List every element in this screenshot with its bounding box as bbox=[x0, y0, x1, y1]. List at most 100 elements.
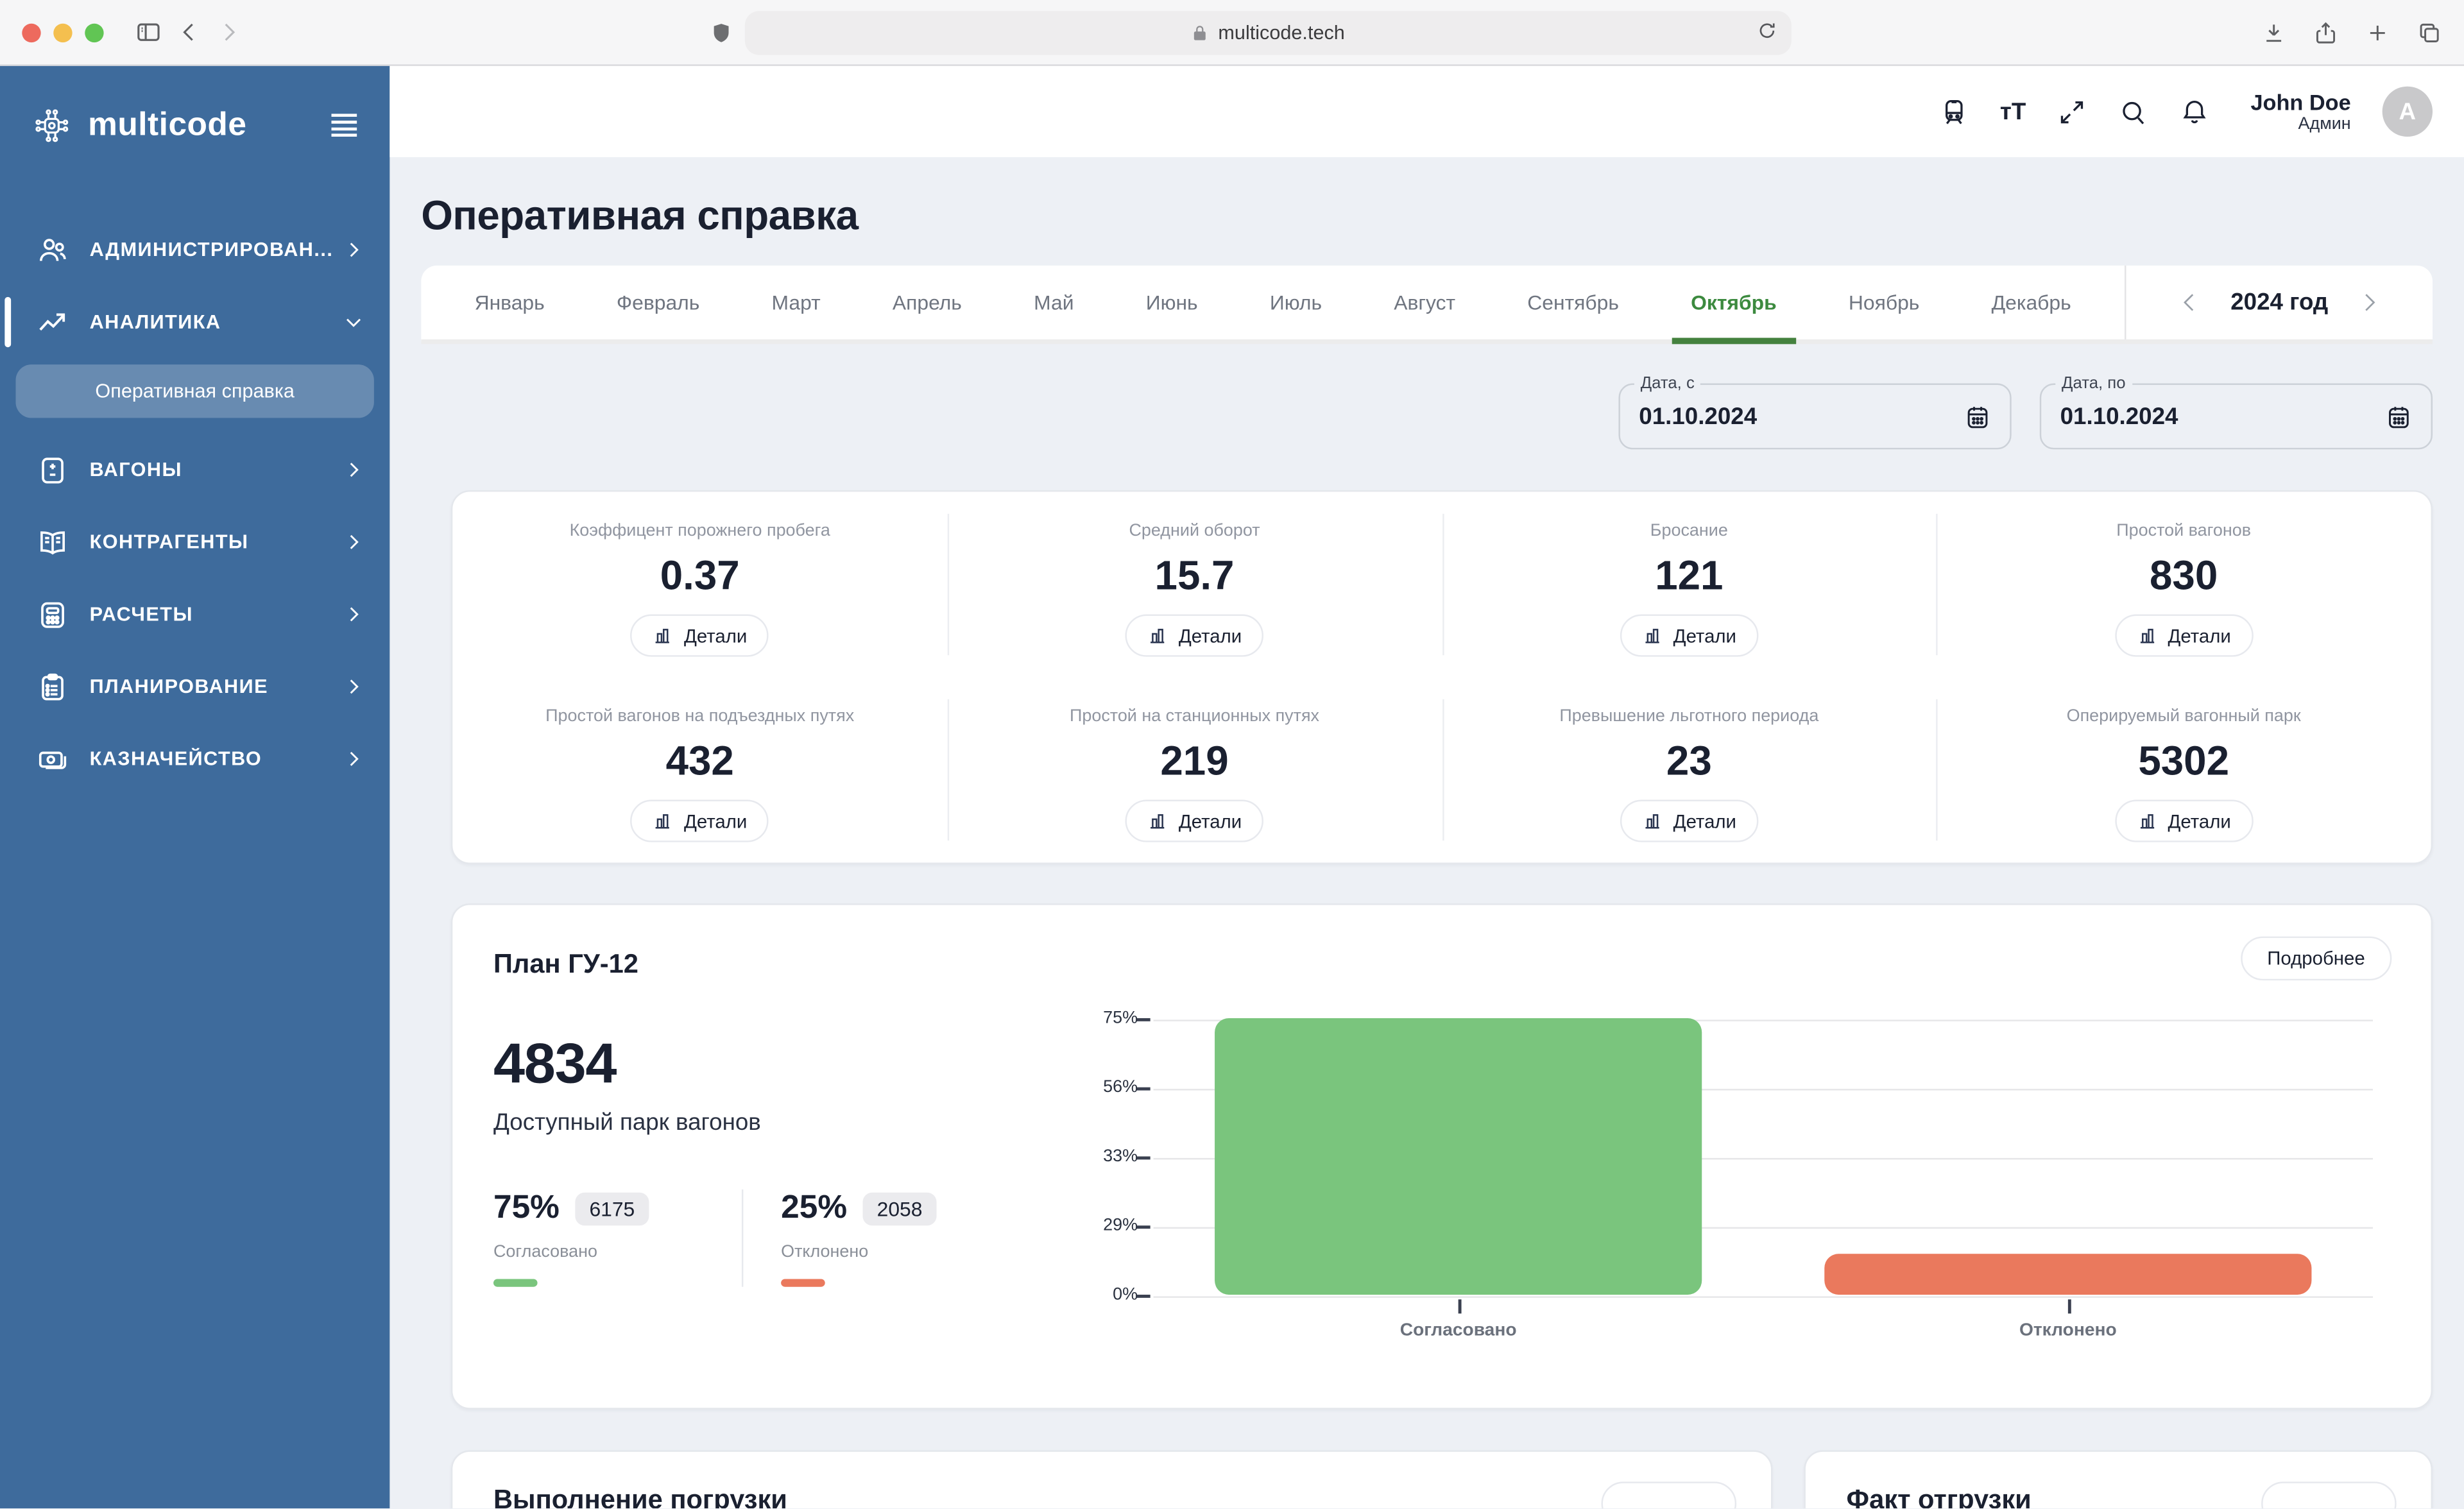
refresh-icon[interactable] bbox=[1757, 20, 1777, 45]
multicode-logo-icon bbox=[31, 105, 73, 146]
kpi-average-turnover: Средний оборот 15.7 Детали bbox=[947, 492, 1442, 678]
bar-chart-icon bbox=[653, 626, 673, 646]
tab-month-december[interactable]: Декабрь bbox=[1982, 266, 2081, 339]
next-year-button[interactable] bbox=[2356, 291, 2380, 314]
bar-chart-icon bbox=[1642, 626, 1663, 646]
kpi-value: 121 bbox=[1655, 552, 1723, 601]
sidebar-item-contractors[interactable]: КОНТРАГЕНТЫ bbox=[0, 506, 389, 579]
kpi-label: Простой вагонов bbox=[2116, 522, 2251, 540]
details-button[interactable]: Детали bbox=[1620, 615, 1758, 657]
screen: multicode.tech bbox=[0, 0, 2464, 1509]
details-button[interactable]: Детали bbox=[631, 800, 769, 842]
bar-chart-icon bbox=[2137, 811, 2157, 831]
x-tick bbox=[2068, 1299, 2071, 1313]
trend-icon bbox=[35, 305, 69, 338]
kpi-idle-station-tracks: Простой на станционных путях 219 Детали bbox=[947, 678, 1442, 863]
agreed-color-bar bbox=[493, 1279, 538, 1286]
details-button[interactable]: Детали bbox=[631, 615, 769, 657]
share-icon[interactable] bbox=[2313, 20, 2338, 45]
sidebar-item-analytics[interactable]: АНАЛИТИКА bbox=[0, 286, 389, 359]
calendar-icon[interactable] bbox=[1964, 403, 1991, 430]
maximize-window-button[interactable] bbox=[85, 23, 103, 42]
category-label-agreed: Согласовано bbox=[1154, 1322, 1763, 1340]
tab-month-november[interactable]: Ноябрь bbox=[1839, 266, 1929, 339]
details-button[interactable]: Детали bbox=[1125, 800, 1264, 842]
sidebar-item-label: АНАЛИТИКА bbox=[90, 311, 221, 333]
back-button-icon[interactable] bbox=[178, 21, 201, 44]
chevron-right-icon bbox=[343, 531, 364, 553]
tab-month-april[interactable]: Апрель bbox=[883, 266, 971, 339]
sidebar-item-treasury[interactable]: КАЗНАЧЕЙСТВО bbox=[0, 723, 389, 796]
kpi-value: 432 bbox=[666, 737, 734, 786]
details-button[interactable]: Детали bbox=[1620, 800, 1758, 842]
more-details-button[interactable]: Подробнее bbox=[2241, 937, 2392, 981]
previous-year-button[interactable] bbox=[2178, 291, 2202, 314]
bar-chart-icon bbox=[1147, 811, 1168, 831]
notifications-bell-icon[interactable] bbox=[2180, 97, 2210, 127]
text-size-icon[interactable]: тТ bbox=[2000, 100, 2026, 124]
month-tabstrip: Январь Февраль Март Апрель Май Июнь Июль… bbox=[421, 266, 2433, 344]
calendar-icon[interactable] bbox=[2386, 403, 2413, 430]
kpi-label: Бросание bbox=[1650, 522, 1728, 540]
sidebar-item-wagons[interactable]: ВАГОНЫ bbox=[0, 434, 389, 506]
new-tab-icon[interactable] bbox=[2365, 20, 2390, 45]
card-action-button[interactable] bbox=[2261, 1481, 2397, 1508]
card-action-button[interactable] bbox=[1602, 1481, 1737, 1508]
user-role: Админ bbox=[2250, 114, 2350, 134]
plan-card-title: План ГУ-12 bbox=[493, 949, 638, 980]
tab-month-may[interactable]: Май bbox=[1024, 266, 1083, 339]
sidebar-collapse-icon[interactable] bbox=[327, 112, 361, 140]
sidebar-item-administration[interactable]: АДМИНИСТРИРОВАН... bbox=[0, 214, 389, 286]
kpi-value: 15.7 bbox=[1155, 552, 1235, 601]
tab-month-march[interactable]: Март bbox=[762, 266, 830, 339]
date-to-label: Дата, по bbox=[2055, 374, 2132, 393]
date-to-field[interactable]: Дата, по 01.10.2024 bbox=[2040, 384, 2433, 450]
chevron-right-icon bbox=[343, 676, 364, 697]
lock-icon bbox=[1192, 23, 1209, 42]
kpi-card: Коэффицент порожнего пробега 0.37 Детали… bbox=[451, 490, 2433, 864]
date-from-field[interactable]: Дата, с 01.10.2024 bbox=[1618, 384, 2011, 450]
details-button[interactable]: Детали bbox=[2114, 800, 2253, 842]
tab-month-june[interactable]: Июнь bbox=[1136, 266, 1207, 339]
year-selector: 2024 год bbox=[2125, 266, 2433, 339]
sidebar-item-label: АДМИНИСТРИРОВАН... bbox=[90, 239, 334, 260]
date-from-label: Дата, с bbox=[1634, 374, 1701, 393]
topbar: тТ John Doe Админ A bbox=[389, 66, 2464, 157]
user-info[interactable]: John Doe Админ bbox=[2250, 89, 2350, 134]
tab-month-january[interactable]: Январь bbox=[465, 266, 554, 339]
tab-month-september[interactable]: Сентябрь bbox=[1518, 266, 1629, 339]
privacy-shield-icon[interactable] bbox=[710, 10, 732, 55]
details-button[interactable]: Детали bbox=[1125, 615, 1264, 657]
fullscreen-icon[interactable] bbox=[2057, 97, 2087, 127]
url-bar[interactable]: multicode.tech bbox=[745, 10, 1792, 55]
kpi-label: Коэффицент порожнего пробега bbox=[570, 522, 830, 540]
sidebar-subitem-operational-report[interactable]: Оперативная справка bbox=[15, 364, 373, 418]
minimize-window-button[interactable] bbox=[53, 23, 72, 42]
kpi-label: Оперируемый вагонный парк bbox=[2067, 707, 2301, 726]
tab-month-february[interactable]: Февраль bbox=[607, 266, 709, 339]
plan-stats: 4834 Доступный парк вагонов 75% 6175 Сог… bbox=[493, 1009, 1078, 1351]
downloads-icon[interactable] bbox=[2261, 20, 2286, 45]
avatar-letter: A bbox=[2399, 98, 2417, 125]
tab-month-october-active[interactable]: Октябрь bbox=[1681, 266, 1786, 339]
tab-month-august[interactable]: Август bbox=[1385, 266, 1465, 339]
details-button[interactable]: Детали bbox=[2114, 615, 2253, 657]
bar-agreed bbox=[1215, 1018, 1702, 1295]
bottom-row: Выполнение погрузки Факт отгрузки bbox=[421, 1450, 2433, 1508]
forward-button-icon[interactable] bbox=[217, 21, 241, 44]
sidebar-item-planning[interactable]: ПЛАНИРОВАНИЕ bbox=[0, 651, 389, 723]
y-tick: 33% bbox=[1078, 1147, 1138, 1166]
search-icon[interactable] bbox=[2119, 97, 2149, 127]
banknotes-icon bbox=[35, 742, 69, 775]
sidebar-toggle-icon[interactable] bbox=[135, 19, 162, 46]
sidebar-item-calculations[interactable]: РАСЧЕТЫ bbox=[0, 578, 389, 651]
avatar[interactable]: A bbox=[2383, 87, 2433, 137]
tab-month-july[interactable]: Июль bbox=[1260, 266, 1331, 339]
train-icon[interactable] bbox=[1938, 97, 1969, 127]
tab-overview-icon[interactable] bbox=[2417, 20, 2442, 45]
close-window-button[interactable] bbox=[22, 23, 40, 42]
sidebar-item-label: КАЗНАЧЕЙСТВО bbox=[90, 748, 262, 770]
kpi-idle-access-tracks: Простой вагонов на подъездных путях 432 … bbox=[452, 678, 947, 863]
kpi-abandonment: Бросание 121 Детали bbox=[1442, 492, 1937, 678]
kpi-value: 23 bbox=[1666, 737, 1712, 786]
